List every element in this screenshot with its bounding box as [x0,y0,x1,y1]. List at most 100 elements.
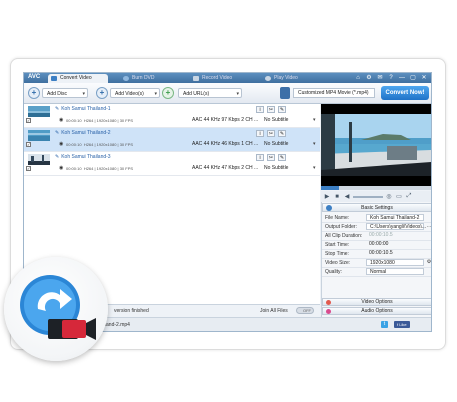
video-options-icon [326,300,331,305]
chevron-down-icon[interactable]: ▾ [313,141,316,147]
snapshot-icon[interactable]: ◎ [385,193,393,200]
volume-slider[interactable] [353,195,383,198]
subtitle-select[interactable]: No Subtitle [264,165,288,171]
output-profile-select[interactable]: Customized MP4 Movie (*.mp4) [280,87,376,99]
facebook-like-button[interactable]: f Like [394,321,410,328]
audio-track-select[interactable]: AAC 44 KHz 97 Kbps 2 CH ... [192,117,258,123]
add-video-icon: + [96,87,108,99]
close-icon[interactable]: ✕ [420,74,428,82]
file-info: 00:00:10 H264 | 1920x1080 | 30 FPS [66,142,134,147]
basic-settings-header[interactable]: Basic Settings [322,203,431,212]
add-disc-button[interactable]: + Add Disc [28,87,88,99]
help-icon[interactable]: ? [387,74,395,82]
file-info: 00:00:10 H264 | 1920x1080 | 30 FPS [66,118,134,123]
video-size-select[interactable]: 1920x1080 [366,259,424,266]
twitter-icon[interactable]: t [381,321,388,328]
info-icon[interactable]: i [256,130,264,137]
video-options-header[interactable]: Video Options [322,298,431,306]
maximize-icon[interactable]: ▢ [409,74,417,82]
tab-label: Burn DVD [132,75,155,81]
folder-icon[interactable]: ▭ [395,193,403,200]
file-name-field[interactable]: Koh Samui Thailand-2 [366,214,424,221]
video-thumbnail [28,106,50,117]
row-tools: i ✂ ✎ [256,154,286,161]
file-row[interactable]: ✎ Koh Samui Thailand-2 i ✂ ✎ ✓ ◉ 00:00:10 H… [24,128,320,152]
tab-label: Record Video [202,75,233,81]
subtitle-select[interactable]: No Subtitle [264,141,288,147]
file-name[interactable]: ✎ Koh Samui Thailand-2 [55,130,111,136]
file-info: 00:00:10 H264 | 1920x1080 | 30 FPS [66,166,134,171]
video-preview [321,104,431,186]
seek-bar[interactable] [321,186,431,190]
app-badge [4,257,108,361]
mail-icon[interactable]: ✉ [376,74,384,82]
row-tools: i ✂ ✎ [256,130,286,137]
join-files-toggle[interactable]: OFF [296,307,314,314]
chevron-down-icon[interactable]: ▾ [313,165,316,171]
quality-select[interactable]: Normal [366,268,424,275]
home-icon[interactable]: ⌂ [354,74,362,82]
audio-track-select[interactable]: AAC 44 KHz 47 Kbps 2 CH ... [192,165,258,171]
record-video-icon [193,76,199,81]
burn-dvd-icon [123,76,129,81]
convert-now-button[interactable]: Convert Now! [381,86,429,100]
fullscreen-icon[interactable]: ⤢ [405,193,413,200]
minimize-icon[interactable]: — [398,74,406,82]
file-name[interactable]: ✎ Koh Samui Thailand-1 [55,106,111,112]
edit-pencil-icon[interactable]: ✎ [278,154,286,161]
file-checkbox[interactable]: ✓ [26,118,31,123]
setting-label: File Name: [325,215,350,221]
start-time-field[interactable]: 00:00:00 [366,241,424,248]
setting-label: Start Time: [325,242,350,248]
chevron-down-icon[interactable]: ▾ [313,117,316,123]
info-icon[interactable]: i [256,154,264,161]
audio-options-icon [326,309,331,314]
edit-icon: ✎ [55,154,60,160]
edit-pencil-icon[interactable]: ✎ [278,106,286,113]
add-url-icon: + [162,87,174,99]
gear-icon[interactable]: ⚙ [365,74,373,82]
cut-icon[interactable]: ✂ [267,106,275,113]
audio-track-select[interactable]: AAC 44 KHz 46 Kbps 1 CH ... [192,141,258,147]
file-checkbox[interactable]: ✓ [26,142,31,147]
edit-pencil-icon[interactable]: ✎ [278,130,286,137]
setting-label: Video Size: [325,260,351,266]
edit-icon: ✎ [55,130,60,136]
video-thumbnail [28,154,50,165]
video-thumbnail [28,130,50,141]
file-row[interactable]: ✎ Koh Samui Thailand-1 i ✂ ✎ ✓ ◉ 00:00:10 H… [24,104,320,128]
tab-convert-video[interactable]: Convert Video [48,74,108,83]
file-row[interactable]: ✎ Koh Samui Thailand-3 i ✂ ✎ ✓ ◉ 00:00:10 H… [24,152,320,176]
cut-icon[interactable]: ✂ [267,154,275,161]
tab-label: Play Video [274,75,298,81]
phone-icon [280,87,290,99]
audio-options-header[interactable]: Audio Options [322,307,431,315]
preview-frame [321,104,431,186]
output-folder-field[interactable]: C:\Users\yangli\Videos\... [366,223,426,230]
add-videos-button[interactable]: + Add Video(s) [96,87,160,99]
browse-button[interactable]: … [426,223,432,230]
subtitle-select[interactable]: No Subtitle [264,117,288,123]
file-checkbox[interactable]: ✓ [26,166,31,171]
setting-label: Output Folder: [325,224,357,230]
tab-record-video[interactable]: Record Video [190,74,250,83]
convert-video-icon [51,76,57,81]
player-controls: ▶ ■ ◀ ◎ ▭ ⤢ [321,191,431,202]
setting-label: All Clip Duration: [325,233,363,239]
join-files-label: Join All Files [260,308,288,314]
stop-time-field[interactable]: 00:00:10.5 [366,250,424,257]
add-videos-label: Add Video(s) [110,88,160,99]
tab-burn-dvd[interactable]: Burn DVD [120,74,180,83]
title-bar: AVC Convert Video Burn DVD Record Video … [24,73,431,83]
tab-play-video[interactable]: Play Video [262,74,322,83]
output-profile-value: Customized MP4 Movie (*.mp4) [293,88,375,98]
gear-icon[interactable]: ⚙ [426,259,431,266]
play-icon[interactable]: ▶ [323,193,331,200]
info-icon[interactable]: i [256,106,264,113]
volume-icon[interactable]: ◀ [343,193,351,200]
add-urls-button[interactable]: + Add URL(s) [162,87,242,99]
quality-row: Quality: Normal [322,267,431,277]
stop-icon[interactable]: ■ [333,194,341,200]
file-name[interactable]: ✎ Koh Samui Thailand-3 [55,154,111,160]
cut-icon[interactable]: ✂ [267,130,275,137]
